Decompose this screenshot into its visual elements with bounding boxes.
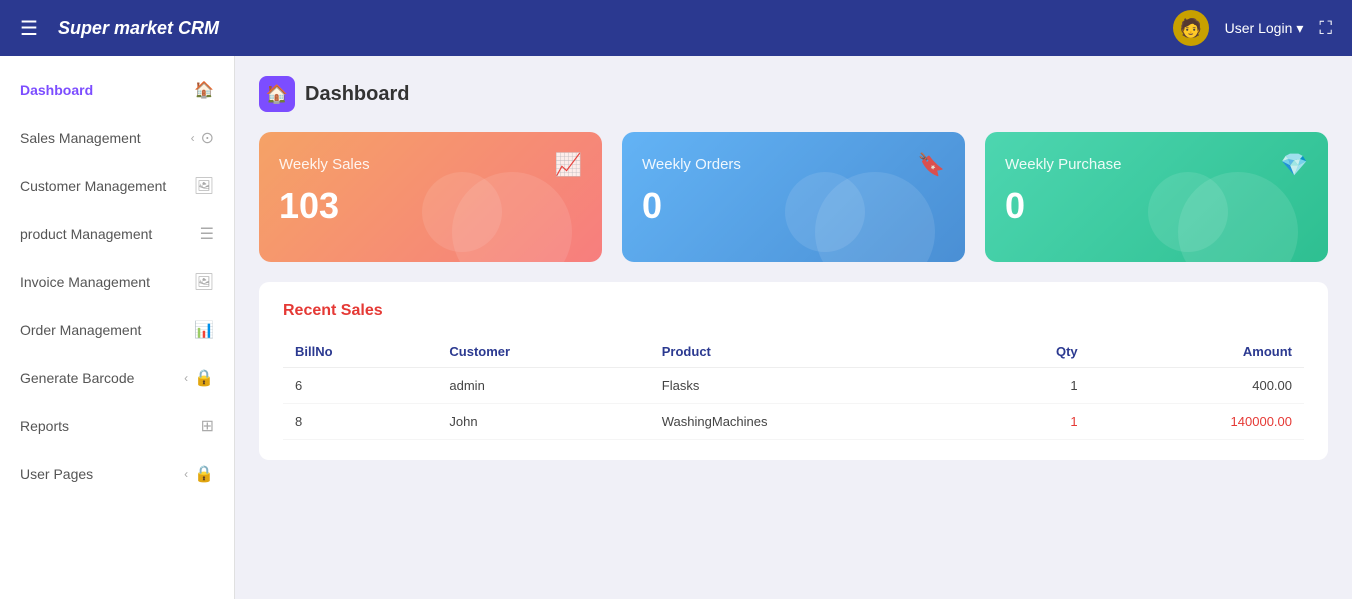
stat-cards: 📈 Weekly Sales 103 🔖 Weekly Orders 0 💎 W… bbox=[259, 132, 1328, 262]
stat-card-value: 0 bbox=[642, 185, 945, 227]
sidebar-chevron: ‹ bbox=[184, 467, 188, 481]
col-header-customer: Customer bbox=[437, 336, 649, 368]
sidebar-item-generate-barcode[interactable]: Generate Barcode ‹ 🔒 bbox=[0, 354, 234, 402]
sidebar-item-dashboard[interactable]: Dashboard 🏠 bbox=[0, 66, 234, 114]
sidebar-item-label: Dashboard bbox=[20, 82, 194, 98]
table-cell: Flasks bbox=[650, 368, 975, 404]
sidebar-icon: ⊙ bbox=[201, 128, 214, 148]
table-cell: WashingMachines bbox=[650, 404, 975, 440]
sidebar-item-label: Reports bbox=[20, 418, 201, 434]
topnav: ☰ Super market CRM 🧑 User Login ▾ ⛶ bbox=[0, 0, 1352, 56]
sidebar-icon: ☰ bbox=[200, 224, 214, 244]
page-title-icon: 🏠 bbox=[259, 76, 295, 112]
col-header-product: Product bbox=[650, 336, 975, 368]
table-cell: 400.00 bbox=[1090, 368, 1304, 404]
page-title-bar: 🏠 Dashboard bbox=[259, 76, 1328, 112]
sidebar-item-label: User Pages bbox=[20, 466, 184, 482]
recent-sales-table: BillNoCustomerProductQtyAmount 6adminFla… bbox=[283, 336, 1304, 440]
sidebar-icon: 📊 bbox=[194, 320, 214, 340]
sidebar-item-label: Order Management bbox=[20, 322, 194, 338]
expand-icon[interactable]: ⛶ bbox=[1319, 18, 1332, 39]
topnav-right: 🧑 User Login ▾ ⛶ bbox=[1173, 10, 1332, 46]
recent-sales-title: Recent Sales bbox=[283, 302, 1304, 320]
table-header-row: BillNoCustomerProductQtyAmount bbox=[283, 336, 1304, 368]
table-cell: 8 bbox=[283, 404, 437, 440]
table-cell: John bbox=[437, 404, 649, 440]
stat-card-icon: 💎 bbox=[1281, 152, 1308, 178]
table-cell: 140000.00 bbox=[1090, 404, 1304, 440]
stat-card-title: Weekly Purchase bbox=[1005, 156, 1308, 173]
sidebar-item-order-management[interactable]: Order Management 📊 bbox=[0, 306, 234, 354]
sidebar-item-customer-management[interactable]: Customer Management 🖼 bbox=[0, 162, 234, 210]
stat-card-icon: 📈 bbox=[555, 152, 582, 178]
sidebar-icon: 🏠 bbox=[194, 80, 214, 100]
sidebar-item-user-pages[interactable]: User Pages ‹ 🔒 bbox=[0, 450, 234, 498]
menu-icon[interactable]: ☰ bbox=[20, 16, 38, 41]
stat-card-icon: 🔖 bbox=[918, 152, 945, 178]
stat-card-weekly-orders: 🔖 Weekly Orders 0 bbox=[622, 132, 965, 262]
recent-sales-card: Recent Sales BillNoCustomerProductQtyAmo… bbox=[259, 282, 1328, 460]
sidebar-item-reports[interactable]: Reports ⊞ bbox=[0, 402, 234, 450]
sidebar-item-label: product Management bbox=[20, 226, 200, 242]
sidebar-icon: 🖼 bbox=[194, 272, 214, 292]
col-header-qty: Qty bbox=[975, 336, 1090, 368]
app-brand: Super market CRM bbox=[58, 18, 1173, 39]
stat-card-value: 0 bbox=[1005, 185, 1308, 227]
table-cell: 1 bbox=[975, 404, 1090, 440]
sidebar-item-label: Invoice Management bbox=[20, 274, 194, 290]
table-cell: admin bbox=[437, 368, 649, 404]
sidebar-item-label: Sales Management bbox=[20, 130, 191, 146]
user-login-button[interactable]: User Login ▾ bbox=[1225, 20, 1304, 37]
sidebar-chevron: ‹ bbox=[184, 371, 188, 385]
sidebar: Dashboard 🏠 Sales Management ‹ ⊙ Custome… bbox=[0, 56, 235, 599]
sidebar-item-product-management[interactable]: product Management ☰ bbox=[0, 210, 234, 258]
sidebar-icon: ⊞ bbox=[201, 416, 214, 436]
table-cell: 6 bbox=[283, 368, 437, 404]
table-row: 8JohnWashingMachines1140000.00 bbox=[283, 404, 1304, 440]
sidebar-item-label: Customer Management bbox=[20, 178, 194, 194]
stat-card-title: Weekly Orders bbox=[642, 156, 945, 173]
table-row: 6adminFlasks1400.00 bbox=[283, 368, 1304, 404]
sidebar-icon: 🔒 bbox=[194, 368, 214, 388]
sidebar-icon: 🔒 bbox=[194, 464, 214, 484]
sidebar-chevron: ‹ bbox=[191, 131, 195, 145]
stat-card-value: 103 bbox=[279, 185, 582, 227]
stat-card-title: Weekly Sales bbox=[279, 156, 582, 173]
table-cell: 1 bbox=[975, 368, 1090, 404]
sidebar-item-label: Generate Barcode bbox=[20, 370, 184, 386]
stat-card-weekly-sales: 📈 Weekly Sales 103 bbox=[259, 132, 602, 262]
col-header-billno: BillNo bbox=[283, 336, 437, 368]
col-header-amount: Amount bbox=[1090, 336, 1304, 368]
table-body: 6adminFlasks1400.008JohnWashingMachines1… bbox=[283, 368, 1304, 440]
main-content: 🏠 Dashboard 📈 Weekly Sales 103 🔖 Weekly … bbox=[235, 56, 1352, 599]
sidebar-item-invoice-management[interactable]: Invoice Management 🖼 bbox=[0, 258, 234, 306]
main-layout: Dashboard 🏠 Sales Management ‹ ⊙ Custome… bbox=[0, 56, 1352, 599]
page-title: Dashboard bbox=[305, 83, 409, 106]
sidebar-item-sales-management[interactable]: Sales Management ‹ ⊙ bbox=[0, 114, 234, 162]
stat-card-weekly-purchase: 💎 Weekly Purchase 0 bbox=[985, 132, 1328, 262]
avatar: 🧑 bbox=[1173, 10, 1209, 46]
sidebar-icon: 🖼 bbox=[194, 176, 214, 196]
